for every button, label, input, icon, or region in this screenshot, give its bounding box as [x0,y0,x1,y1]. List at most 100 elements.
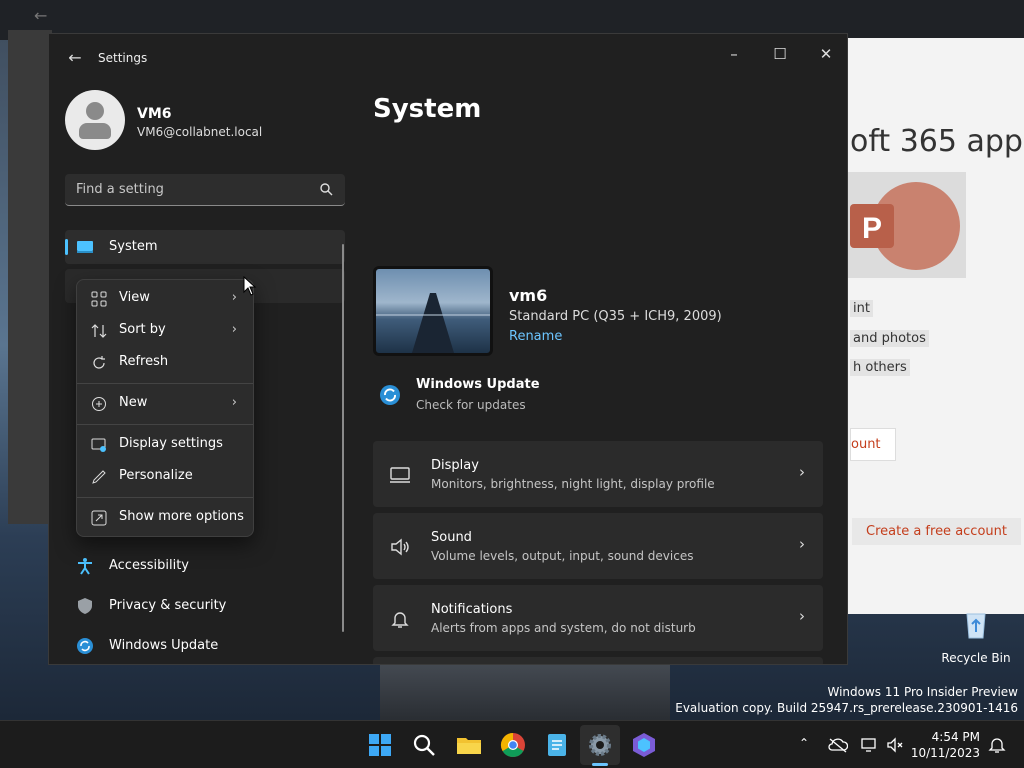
more-options-icon [91,510,107,526]
watermark-line-2: Evaluation copy. Build 25947.rs_prerelea… [675,701,1018,715]
menu-item-view[interactable]: View › [81,284,249,314]
menu-item-sort-by[interactable]: Sort by › [81,316,249,346]
sidebar-item-accessibility[interactable]: Accessibility [65,549,345,583]
menu-item-personalize[interactable]: Personalize [81,462,249,492]
wallpaper-pier [380,660,670,722]
menu-separator [77,497,253,498]
chevron-right-icon: › [231,395,237,410]
recycle-bin-label: Recycle Bin [941,651,1011,665]
grid-icon [91,291,107,307]
windows-update-title[interactable]: Windows Update [416,377,540,392]
menu-item-label: Show more options [119,509,244,524]
card-title: Notifications [431,602,513,617]
menu-item-display-settings[interactable]: Display settings [81,430,249,460]
user-avatar[interactable] [65,90,125,150]
sidebar-item-windows-update[interactable]: Windows Update [65,629,345,663]
menu-item-label: Refresh [119,354,169,369]
card-title: Sound [431,530,472,545]
menu-item-show-more-options[interactable]: Show more options [81,503,249,533]
windows-update-subtitle: Check for updates [416,398,526,412]
refresh-icon [93,356,105,369]
shield-icon [78,598,92,614]
sidebar-item-label: Accessibility [109,558,189,573]
avatar-head [86,102,104,120]
search-icon[interactable] [319,182,333,196]
bell-icon [391,612,409,628]
pier-image [376,293,490,353]
settings-card-notifications[interactable]: Notifications Alerts from apps and syste… [373,585,823,651]
background-window-left [8,30,52,524]
rename-link[interactable]: Rename [509,329,562,344]
display-settings-icon [91,438,106,452]
menu-item-label: New [119,395,148,410]
minimize-button[interactable]: – [711,40,757,68]
device-name: vm6 [509,286,548,305]
sidebar-item-label: System [109,239,158,254]
update-icon [77,638,93,654]
menu-item-refresh[interactable]: Refresh [81,348,249,378]
search-input[interactable]: Find a setting [76,182,164,197]
evaluation-watermark: Windows 11 Pro Insider Preview Evaluatio… [675,684,1018,716]
menu-item-new[interactable]: New › [81,389,249,419]
create-free-account-button[interactable]: Create a free account [852,518,1021,545]
chevron-right-icon: › [799,607,805,625]
recycle-bin-icon [966,613,986,639]
selection-indicator [65,239,68,255]
sidebar-item-privacy[interactable]: Privacy & security [65,589,345,623]
card-title: Display [431,458,479,473]
find-setting-search[interactable]: Find a setting [65,174,345,206]
chevron-right-icon: › [799,463,805,481]
network-icon[interactable] [860,736,878,754]
sidebar-scrollbar[interactable] [342,244,344,632]
title-bar[interactable]: ← Settings – ☐ ✕ [49,34,847,82]
chevron-right-icon: › [799,535,805,553]
card-subtitle: Monitors, brightness, night light, displ… [431,477,715,491]
system-clock[interactable]: 4:54 PM 10/11/2023 [911,729,980,761]
sidebar-item-label: Windows Update [109,638,219,653]
card-subtitle: Volume levels, output, input, sound devi… [431,549,694,563]
menu-item-label: Display settings [119,436,223,451]
plus-circle-icon [92,397,106,411]
background-heading: oft 365 app [850,124,1023,159]
menu-item-label: View [119,290,150,305]
watermark-line-1: Windows 11 Pro Insider Preview [827,685,1018,699]
powerpoint-logo-tile: P [848,172,966,278]
back-arrow-icon[interactable]: ← [65,48,85,68]
menu-separator [77,424,253,425]
menu-separator [77,383,253,384]
show-hidden-icons-chevron-icon[interactable]: ⌃ [799,736,809,750]
pen-icon [92,470,106,484]
notepad-icon[interactable] [543,731,571,759]
settings-icon[interactable] [586,731,614,759]
maximize-button[interactable]: ☐ [757,40,803,68]
sort-icon [91,324,107,338]
settings-card-partial[interactable] [373,657,823,664]
recycle-bin-desktop-icon[interactable]: Recycle Bin [940,610,1012,665]
copilot-icon[interactable] [630,731,658,759]
close-button[interactable]: ✕ [803,40,847,68]
settings-card-display[interactable]: Display Monitors, brightness, night ligh… [373,441,823,507]
clock-time: 4:54 PM [931,730,980,744]
user-name: VM6 [137,106,172,122]
accessibility-icon [78,558,92,575]
volume-muted-icon[interactable] [886,736,904,754]
window-title: Settings [98,51,148,65]
settings-card-sound[interactable]: Sound Volume levels, output, input, soun… [373,513,823,579]
background-back-icon: ← [34,6,48,25]
sidebar-item-system[interactable]: System [65,230,345,264]
active-app-indicator [592,763,608,766]
device-model: Standard PC (Q35 + ICH9, 2009) [509,309,722,324]
background-text-line: int [850,300,873,317]
notification-bell-icon[interactable] [988,736,1006,754]
card-subtitle: Alerts from apps and system, do not dist… [431,621,696,635]
search-icon[interactable] [410,731,438,759]
speaker-icon [391,538,409,556]
chrome-icon[interactable] [499,731,527,759]
user-email: VM6@collabnet.local [137,125,263,139]
onedrive-icon[interactable] [828,737,848,753]
start-icon[interactable] [366,731,394,759]
background-account-button[interactable]: ount [850,428,896,461]
file-explorer-icon[interactable] [455,731,483,759]
menu-item-label: Sort by [119,322,166,337]
display-icon [390,467,410,483]
